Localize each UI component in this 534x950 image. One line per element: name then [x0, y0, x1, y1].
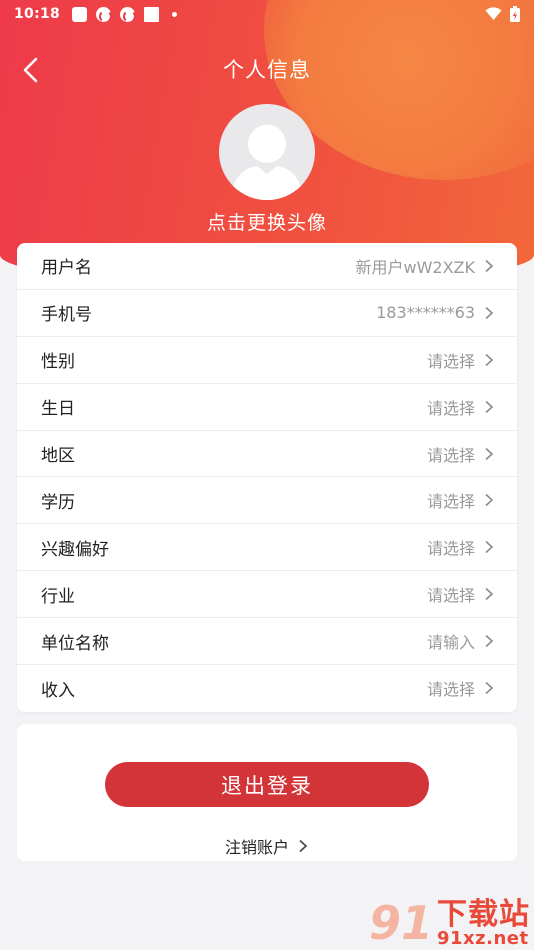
top-bar: 个人信息 — [0, 48, 534, 90]
chevron-right-icon — [485, 588, 494, 601]
row-gender[interactable]: 性别 请选择 — [17, 337, 517, 384]
row-label: 手机号 — [41, 305, 92, 326]
row-value: 请选择 — [426, 445, 475, 465]
row-region[interactable]: 地区 请选择 — [17, 431, 517, 478]
row-value: 新用户wW2XZK — [355, 257, 475, 277]
cancel-account-label: 注销账户 — [224, 838, 289, 857]
row-label: 行业 — [41, 586, 75, 607]
row-value: 请选择 — [426, 351, 475, 371]
watermark-logo: 91 — [368, 896, 433, 950]
row-value: 请选择 — [426, 398, 475, 418]
row-username[interactable]: 用户名 新用户wW2XZK — [17, 243, 517, 290]
site-watermark: 91 下载站 91xz.net — [368, 896, 530, 950]
row-label: 兴趣偏好 — [41, 539, 109, 560]
row-phone[interactable]: 手机号 183******63 — [17, 290, 517, 337]
wifi-icon — [485, 7, 502, 20]
row-label: 收入 — [41, 680, 75, 701]
row-value: 请选择 — [426, 492, 475, 512]
row-label: 地区 — [41, 446, 75, 466]
chevron-right-icon — [485, 447, 494, 460]
chevron-right-icon — [485, 259, 494, 273]
app-notification-icon — [144, 6, 160, 22]
chevron-right-icon — [485, 400, 494, 413]
row-label: 用户名 — [41, 258, 92, 279]
account-actions-card: 退出登录 注销账户 — [17, 724, 517, 861]
row-value: 请选择 — [426, 680, 475, 700]
row-income[interactable]: 收入 请选择 — [17, 665, 517, 712]
row-industry[interactable]: 行业 请选择 — [17, 571, 517, 619]
chevron-right-icon — [485, 306, 494, 319]
sync-icon-2 — [120, 6, 137, 23]
more-notifications-icon — [172, 11, 178, 17]
row-company[interactable]: 单位名称 请输入 — [17, 618, 517, 666]
row-label: 单位名称 — [41, 633, 109, 654]
row-education[interactable]: 学历 请选择 — [17, 477, 517, 525]
row-label: 生日 — [41, 399, 75, 420]
chevron-right-icon — [485, 353, 494, 366]
row-label: 性别 — [41, 352, 75, 373]
default-avatar-icon — [231, 124, 303, 200]
row-value: 请输入 — [426, 633, 475, 653]
chevron-right-icon — [485, 634, 494, 648]
row-value: 请选择 — [426, 586, 475, 606]
back-arrow-icon[interactable] — [18, 56, 46, 84]
row-interests[interactable]: 兴趣偏好 请选择 — [17, 524, 517, 572]
page-title: 个人信息 — [223, 58, 311, 82]
status-bar: 10:18 — [0, 0, 534, 28]
profile-card: 用户名 新用户wW2XZK 手机号 183******63 性别 请选择 生日 … — [17, 243, 517, 712]
status-time: 10:18 — [14, 6, 61, 22]
battery-icon — [510, 6, 520, 22]
cancel-account-link[interactable]: 注销账户 — [17, 834, 517, 858]
notification-icon — [72, 6, 88, 22]
avatar[interactable] — [219, 104, 315, 200]
change-avatar-label[interactable]: 点击更换头像 — [0, 208, 534, 235]
row-label: 学历 — [41, 492, 75, 513]
row-birthday[interactable]: 生日 请选择 — [17, 384, 517, 431]
row-value: 请选择 — [426, 539, 475, 559]
chevron-right-icon — [485, 494, 494, 507]
logout-button[interactable]: 退出登录 — [105, 762, 429, 807]
watermark-title: 下载站 — [437, 896, 530, 932]
sync-icon — [96, 6, 113, 23]
chevron-right-icon — [485, 541, 494, 554]
chevron-right-icon — [485, 682, 494, 695]
chevron-right-icon — [299, 839, 308, 853]
row-value: 183******63 — [376, 303, 475, 323]
watermark-url: 91xz.net — [437, 928, 529, 949]
